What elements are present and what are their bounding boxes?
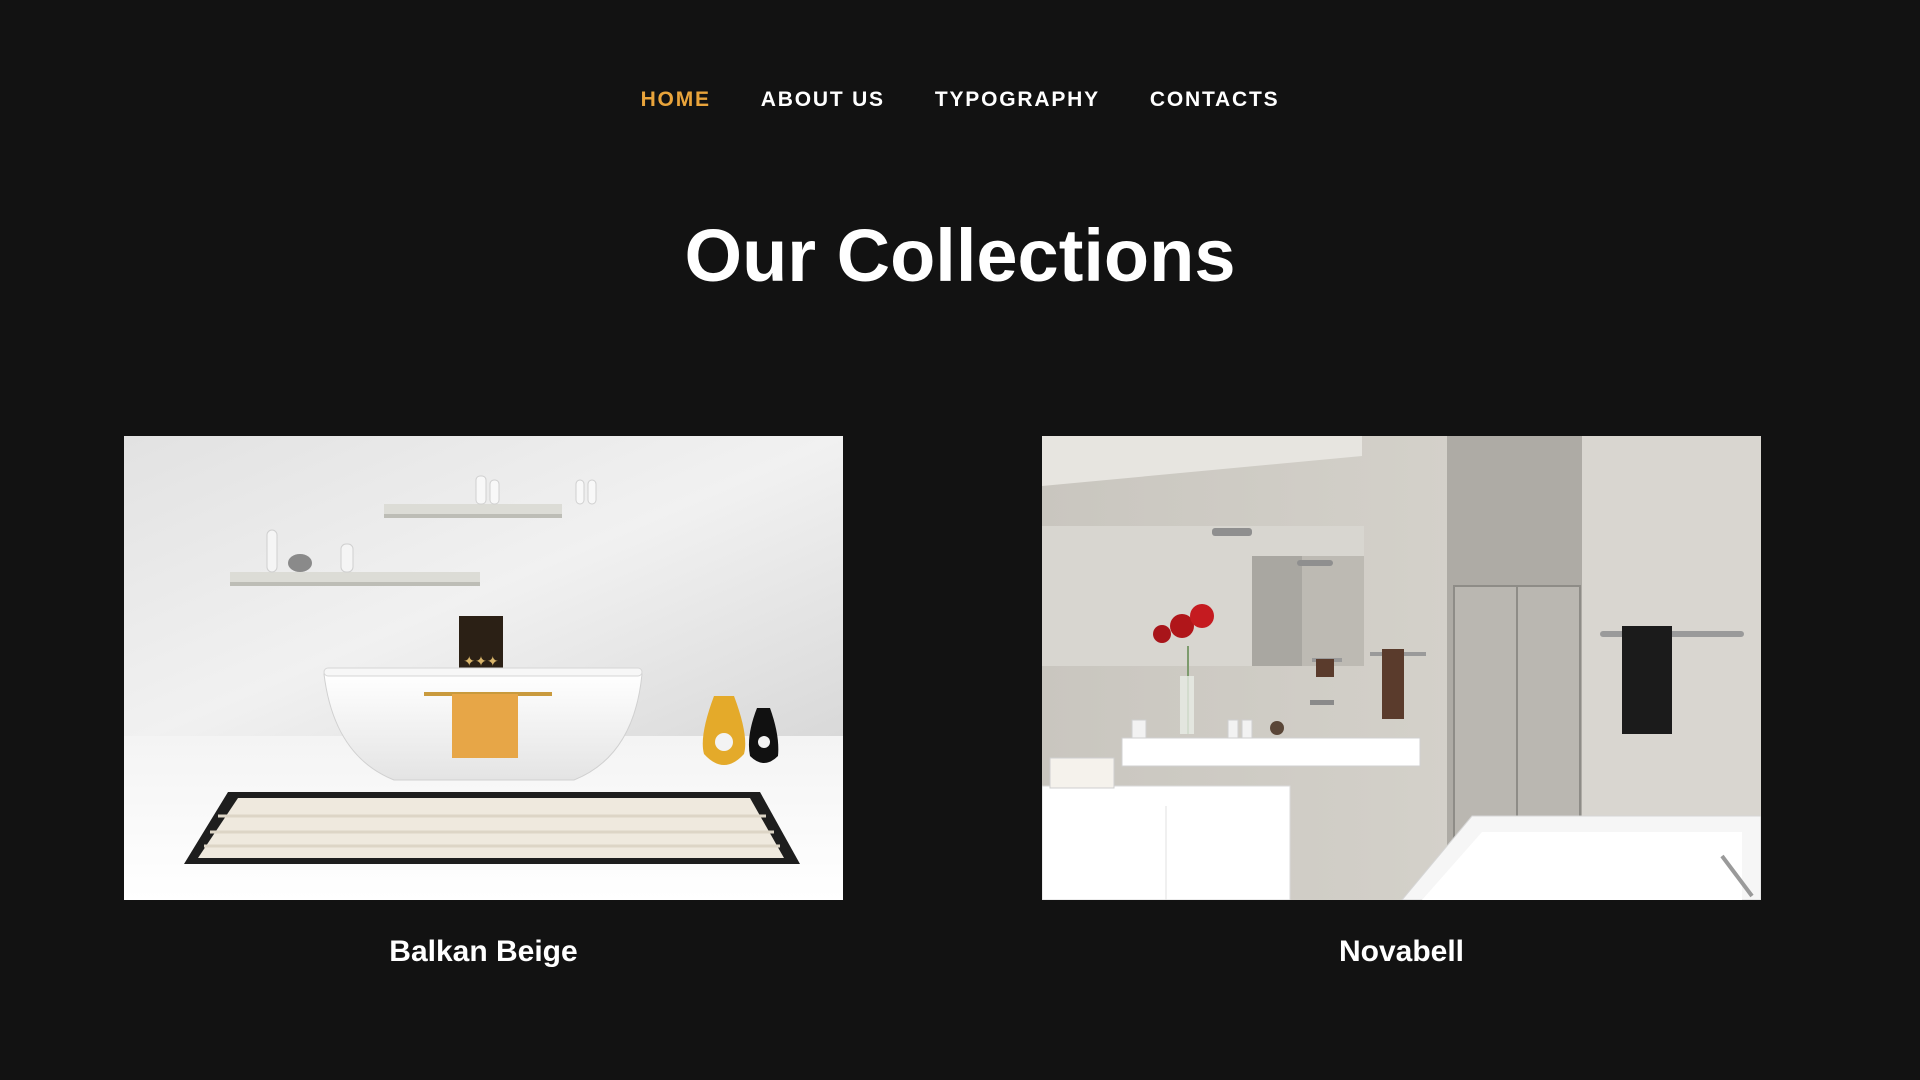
nav-item-home[interactable]: HOME bbox=[641, 84, 711, 116]
collection-image-balkan-beige[interactable]: ✦✦✦ bbox=[124, 436, 843, 900]
nav-item-typography[interactable]: TYPOGRAPHY bbox=[935, 84, 1100, 116]
main-nav: HOME ABOUT US TYPOGRAPHY CONTACTS bbox=[0, 84, 1920, 116]
collection-name[interactable]: Balkan Beige bbox=[124, 934, 843, 970]
collection-card-novabell[interactable]: Novabell bbox=[1042, 436, 1761, 970]
nav-item-about-us[interactable]: ABOUT US bbox=[761, 84, 885, 116]
collection-name[interactable]: Novabell bbox=[1042, 934, 1761, 970]
collection-card-balkan-beige[interactable]: ✦✦✦ Balkan Beige bbox=[124, 436, 843, 970]
collection-image-novabell[interactable] bbox=[1042, 436, 1761, 900]
nav-item-contacts[interactable]: CONTACTS bbox=[1150, 84, 1280, 116]
page: HOME ABOUT US TYPOGRAPHY CONTACTS Our Co… bbox=[0, 0, 1920, 1080]
section-title: Our Collections bbox=[684, 214, 1236, 297]
